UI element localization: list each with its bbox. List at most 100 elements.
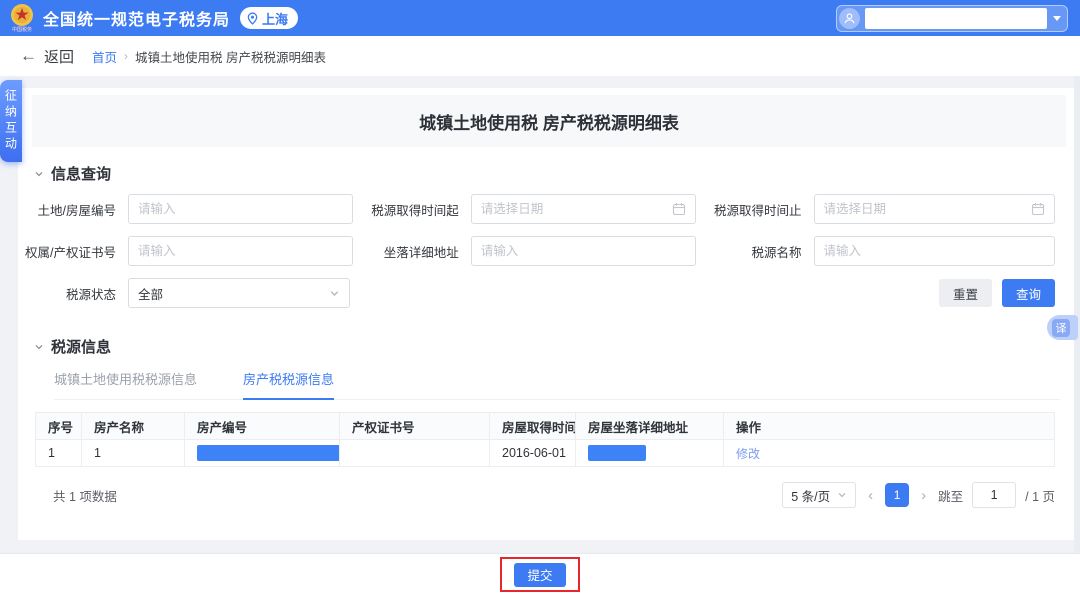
main-area: 征纳互动 城镇土地使用税 房产税税源明细表 信息查询 土地/房屋编号 税源取得时… xyxy=(0,76,1080,553)
prev-page-button[interactable]: ‹ xyxy=(865,488,876,503)
field-label: 土地/房屋编号 xyxy=(18,200,128,219)
acquire-date-end-picker[interactable] xyxy=(814,194,1055,224)
breadcrumb-separator: › xyxy=(124,49,128,63)
col-address: 房屋坐落详细地址 xyxy=(576,413,724,440)
location-pill[interactable]: 上海 xyxy=(240,7,298,29)
person-icon xyxy=(843,12,856,25)
field-ownership-cert: 权属/产权证书号 xyxy=(18,236,353,266)
jump-page-input[interactable] xyxy=(972,482,1016,508)
ownership-cert-input[interactable] xyxy=(138,244,343,258)
field-acquire-date-start: 税源取得时间起 xyxy=(361,194,696,224)
logo-caption: 中国税务 xyxy=(12,28,32,33)
back-arrow-icon: ← xyxy=(20,46,37,66)
national-emblem-icon xyxy=(10,3,34,27)
source-name-input[interactable] xyxy=(824,244,1045,258)
tab-urban-land-use-tax[interactable]: 城镇土地使用税税源信息 xyxy=(54,369,197,399)
field-label: 税源状态 xyxy=(18,284,128,303)
app-header: 中国税务 全国统一规范电子税务局 上海 xyxy=(0,0,1080,36)
source-section-header[interactable]: 税源信息 xyxy=(34,336,1080,357)
query-buttons: 重置 查询 xyxy=(939,279,1055,307)
redacted-address xyxy=(588,445,646,461)
col-seq: 序号 xyxy=(36,413,82,440)
col-property-name: 房产名称 xyxy=(82,413,185,440)
cell-acquire-date: 2016-06-01 xyxy=(490,440,576,467)
page-title: 城镇土地使用税 房产税税源明细表 xyxy=(32,95,1066,147)
source-table: 序号 房产名称 房产编号 产权证书号 房屋取得时间 房屋坐落详细地址 操作 1 … xyxy=(35,412,1055,467)
location-label: 上海 xyxy=(262,9,288,28)
field-acquire-date-end: 税源取得时间止 xyxy=(704,194,1055,224)
submit-button[interactable]: 提交 xyxy=(514,563,565,587)
field-address: 坐落详细地址 xyxy=(361,236,696,266)
translate-icon: 译 xyxy=(1052,319,1070,337)
source-status-value: 全部 xyxy=(138,284,329,303)
status-row: 税源状态 全部 重置 查询 xyxy=(18,278,1080,308)
app-title: 全国统一规范电子税务局 xyxy=(43,6,230,30)
sidebar-tab-interaction[interactable]: 征纳互动 xyxy=(0,80,22,162)
col-actions: 操作 xyxy=(724,413,1055,440)
pagination-bar: 共 1 项数据 5 条/页 ‹ 1 › 跳至 / 1 页 xyxy=(53,482,1055,508)
location-pin-icon xyxy=(246,12,259,25)
translate-widget[interactable]: 译 xyxy=(1047,315,1078,340)
page-number-button[interactable]: 1 xyxy=(885,483,909,507)
calendar-icon xyxy=(1031,202,1045,216)
page-size-value: 5 条/页 xyxy=(791,486,830,505)
field-label: 权属/产权证书号 xyxy=(18,242,128,261)
total-count-label: 共 1 项数据 xyxy=(53,486,117,505)
col-acquire-date: 房屋取得时间 xyxy=(490,413,576,440)
tax-bureau-logo: 中国税务 xyxy=(10,3,34,33)
redacted-property-code xyxy=(197,445,340,461)
field-label: 税源取得时间起 xyxy=(361,200,471,219)
query-form: 土地/房屋编号 税源取得时间起 税源取得时间止 xyxy=(18,194,1080,266)
source-name-input-box[interactable] xyxy=(814,236,1055,266)
user-name-redacted xyxy=(865,8,1047,29)
table-header-row: 序号 房产名称 房产编号 产权证书号 房屋取得时间 房屋坐落详细地址 操作 xyxy=(36,413,1055,440)
breadcrumb-home-link[interactable]: 首页 xyxy=(92,47,117,66)
field-property-number: 土地/房屋编号 xyxy=(18,194,353,224)
next-page-button[interactable]: › xyxy=(918,488,929,503)
page-size-select[interactable]: 5 条/页 xyxy=(782,482,856,508)
field-source-name: 税源名称 xyxy=(704,236,1055,266)
field-label: 税源名称 xyxy=(704,242,814,261)
address-input[interactable] xyxy=(481,244,686,258)
total-pages-label: / 1 页 xyxy=(1025,486,1055,505)
query-section-header[interactable]: 信息查询 xyxy=(34,163,1080,184)
select-caret-icon xyxy=(837,490,847,500)
tab-property-tax[interactable]: 房产税税源信息 xyxy=(243,369,334,400)
user-dropdown-caret-icon[interactable] xyxy=(1053,16,1061,21)
cell-property-name: 1 xyxy=(82,440,185,467)
content-panel: 城镇土地使用税 房产税税源明细表 信息查询 土地/房屋编号 税源取得时间起 xyxy=(18,88,1080,540)
table-row: 1 1 2016-06-01 修改 xyxy=(36,440,1055,467)
jump-to-label: 跳至 xyxy=(938,486,963,505)
cell-property-code xyxy=(185,440,340,467)
acquire-date-start-picker[interactable] xyxy=(471,194,696,224)
query-section-title: 信息查询 xyxy=(51,163,111,184)
reset-button[interactable]: 重置 xyxy=(939,279,992,307)
source-status-select[interactable]: 全部 xyxy=(128,278,350,308)
property-number-input[interactable] xyxy=(138,202,343,216)
field-label: 税源取得时间止 xyxy=(704,200,814,219)
back-label: 返回 xyxy=(44,46,74,67)
footer-bar: 提交 xyxy=(0,553,1080,595)
user-avatar xyxy=(839,8,860,29)
acquire-date-start-input[interactable] xyxy=(481,202,666,216)
breadcrumb-bar: ← 返回 首页 › 城镇土地使用税 房产税税源明细表 xyxy=(0,36,1080,76)
modify-link[interactable]: 修改 xyxy=(736,447,760,461)
cell-address xyxy=(576,440,724,467)
col-property-code: 房产编号 xyxy=(185,413,340,440)
cell-cert-number xyxy=(340,440,490,467)
property-number-input-box[interactable] xyxy=(128,194,353,224)
field-label: 坐落详细地址 xyxy=(361,242,471,261)
acquire-date-end-input[interactable] xyxy=(824,202,1025,216)
address-input-box[interactable] xyxy=(471,236,696,266)
user-account-widget[interactable] xyxy=(836,5,1068,32)
field-source-status: 税源状态 全部 xyxy=(18,278,350,308)
col-cert-number: 产权证书号 xyxy=(340,413,490,440)
cell-actions: 修改 xyxy=(724,440,1055,467)
select-caret-icon xyxy=(329,288,340,299)
source-tabs: 城镇土地使用税税源信息 房产税税源信息 xyxy=(54,369,1060,400)
search-button[interactable]: 查询 xyxy=(1002,279,1055,307)
ownership-cert-input-box[interactable] xyxy=(128,236,353,266)
back-button[interactable]: ← 返回 xyxy=(20,46,74,67)
chevron-down-icon xyxy=(34,342,44,352)
cell-seq: 1 xyxy=(36,440,82,467)
